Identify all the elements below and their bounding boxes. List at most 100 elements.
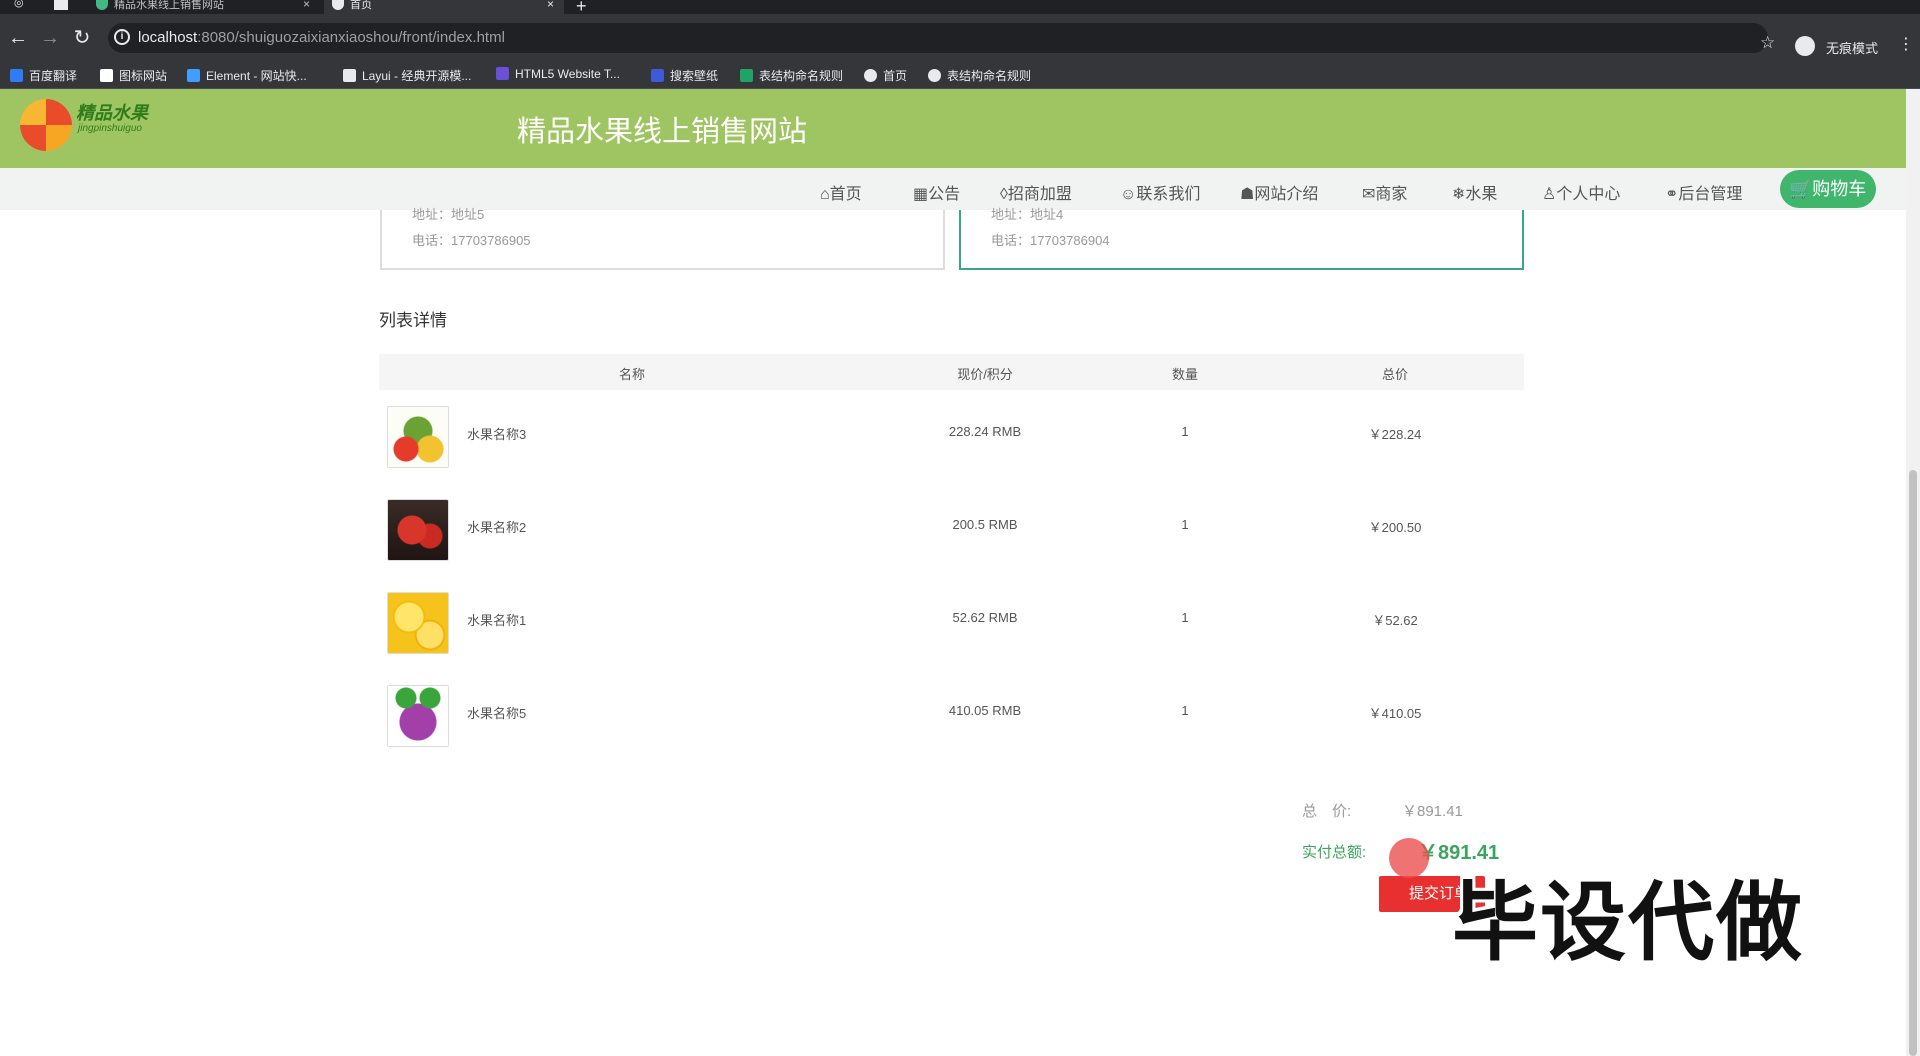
bookmark-item[interactable]: HTML5 Website T...	[496, 67, 620, 81]
address-text: 地址：地址4	[991, 207, 1064, 222]
pinned-tab[interactable]	[44, 0, 82, 14]
more-menu-icon[interactable]: ⋮	[1898, 34, 1914, 54]
reload-icon[interactable]: ↻	[68, 24, 96, 52]
lemon-image[interactable]	[387, 592, 449, 654]
click-indicator	[1389, 838, 1429, 878]
bookmark-item[interactable]: 百度翻译	[10, 67, 77, 84]
bookmark-item[interactable]: 搜索壁纸	[651, 67, 718, 84]
bookmark-item[interactable]: Element - 网站快...	[187, 67, 307, 84]
globe-icon	[332, 0, 344, 10]
table-row: 水果名称1 52.62 RMB 1 ￥52.62	[379, 578, 1524, 668]
nav-item-about[interactable]: ☗网站介绍	[1240, 180, 1318, 204]
bookmark-icon	[864, 69, 877, 82]
browser-menu-icon[interactable]: ◎	[0, 0, 40, 14]
nav-item-admin[interactable]: ⚭后台管理	[1665, 180, 1742, 204]
nav-item-profile[interactable]: ♙个人中心	[1542, 180, 1620, 204]
product-name[interactable]: 水果名称1	[467, 610, 526, 629]
bookmarks-bar: 百度翻译 图标网站 Element - 网站快... Layui - 经典开源模…	[0, 62, 1920, 89]
address-bar[interactable]: i localhost:8080/shuiguozaixianxiaoshou/…	[108, 23, 1768, 53]
nav-item-merchant[interactable]: ✉商家	[1362, 180, 1407, 204]
table-row: 水果名称2 200.5 RMB 1 ￥200.50	[379, 485, 1524, 575]
phone-text: 电话：17703786905	[412, 233, 531, 248]
address-card-selected[interactable]: 地址：地址4 电话：17703786904	[959, 207, 1524, 270]
fruit-basket-image[interactable]	[387, 406, 449, 468]
site-title: 精品水果线上销售网站	[517, 116, 808, 148]
column-header: 数量	[1171, 367, 1198, 382]
close-icon[interactable]: ×	[303, 0, 310, 10]
notice-icon: ▦	[913, 186, 929, 203]
product-quantity: 1	[1181, 703, 1189, 718]
tab-title: 首页	[350, 0, 372, 11]
site-header: 精品水果 jingpinshuiguo 精品水果线上销售网站	[0, 89, 1906, 168]
phone-text: 电话：17703786904	[991, 233, 1110, 248]
paid-label: 实付总额:	[1302, 844, 1367, 861]
bookmark-icon	[928, 69, 941, 82]
product-name[interactable]: 水果名称2	[467, 517, 526, 536]
bookmark-icon	[343, 69, 356, 82]
tag-icon: ◊	[1000, 186, 1008, 203]
logo-text: 精品水果	[76, 103, 148, 123]
bookmark-icon	[10, 69, 23, 82]
grape-image[interactable]	[387, 685, 449, 747]
product-total: ￥200.50	[1368, 520, 1422, 535]
total-value: ￥891.41	[1402, 803, 1463, 820]
product-quantity: 1	[1181, 610, 1189, 625]
smile-icon: ☺	[1120, 186, 1137, 203]
bookmark-icon	[496, 67, 509, 80]
tab-title: 精品水果线上销售网站	[114, 0, 224, 11]
user-icon: ♙	[1542, 186, 1557, 203]
nav-item-franchise[interactable]: ◊招商加盟	[1000, 180, 1072, 204]
product-price: 200.5 RMB	[952, 517, 1018, 532]
bookmark-item[interactable]: 表结构命名规则	[740, 67, 843, 84]
tab-site-title[interactable]: 精品水果线上销售网站 ×	[88, 0, 320, 14]
table-header: 名称 现价/积分 数量 总价	[379, 354, 1524, 390]
column-header: 现价/积分	[957, 367, 1013, 382]
main-nav: ⌂首页 ▦公告 ◊招商加盟 ☺联系我们 ☗网站介绍 ✉商家 ❄水果 ♙个人中心 …	[0, 168, 1906, 210]
product-price: 52.62 RMB	[952, 610, 1018, 625]
bookmark-item[interactable]: 表结构命名规则	[928, 67, 1031, 84]
table-row: 水果名称5 410.05 RMB 1 ￥410.05	[379, 671, 1524, 761]
product-total: ￥228.24	[1368, 427, 1422, 442]
product-price: 228.24 RMB	[948, 424, 1022, 439]
info-icon[interactable]: i	[114, 29, 130, 45]
logo-subtext: jingpinshuiguo	[78, 123, 142, 134]
close-icon[interactable]: ×	[547, 0, 554, 10]
bookmark-item[interactable]: Layui - 经典开源模...	[343, 67, 471, 84]
scrollbar-thumb[interactable]	[1909, 470, 1917, 1056]
bookmark-icon	[651, 69, 664, 82]
home-icon: ⌂	[820, 186, 830, 203]
snowflake-icon: ❄	[1452, 186, 1466, 203]
logo-icon[interactable]	[20, 99, 72, 151]
nav-item-home[interactable]: ⌂首页	[820, 180, 862, 204]
cart-icon: 🛒	[1789, 179, 1813, 199]
address-card[interactable]: 地址：地址5 电话：17703786905	[380, 207, 945, 270]
bookmark-icon	[740, 69, 753, 82]
back-arrow-icon[interactable]: ←	[4, 24, 32, 52]
bookmark-icon	[187, 69, 200, 82]
bookmark-item[interactable]: 图标网站	[100, 67, 167, 84]
incognito-label[interactable]: 无痕模式	[1826, 38, 1878, 57]
table-row: 水果名称3 228.24 RMB 1 ￥228.24	[379, 392, 1524, 482]
incognito-avatar-icon[interactable]	[1795, 36, 1815, 56]
mail-icon: ✉	[1362, 186, 1376, 203]
vue-icon	[96, 0, 108, 10]
forward-arrow-icon[interactable]: →	[36, 24, 64, 52]
column-header: 总价	[1381, 367, 1408, 382]
product-name[interactable]: 水果名称3	[467, 424, 526, 443]
product-quantity: 1	[1181, 517, 1189, 532]
cart-button[interactable]: 🛒购物车	[1780, 170, 1876, 208]
tab-home[interactable]: 首页 ×	[324, 0, 564, 14]
product-total: ￥410.05	[1368, 706, 1422, 721]
address-text: 地址：地址5	[412, 207, 485, 222]
nav-item-contact[interactable]: ☺联系我们	[1120, 180, 1200, 204]
bookmark-item[interactable]: 首页	[864, 67, 907, 84]
nav-item-notice[interactable]: ▦公告	[913, 180, 960, 204]
strawberry-image[interactable]	[387, 499, 449, 561]
column-header: 名称	[618, 367, 645, 382]
bookmark-star-icon[interactable]: ☆	[1760, 33, 1775, 53]
product-name[interactable]: 水果名称5	[467, 703, 526, 722]
url-text[interactable]: localhost:8080/shuiguozaixianxiaoshou/fr…	[138, 29, 505, 46]
product-total: ￥52.62	[1372, 613, 1418, 628]
bookmark-icon	[100, 69, 113, 82]
nav-item-fruit[interactable]: ❄水果	[1452, 180, 1497, 204]
